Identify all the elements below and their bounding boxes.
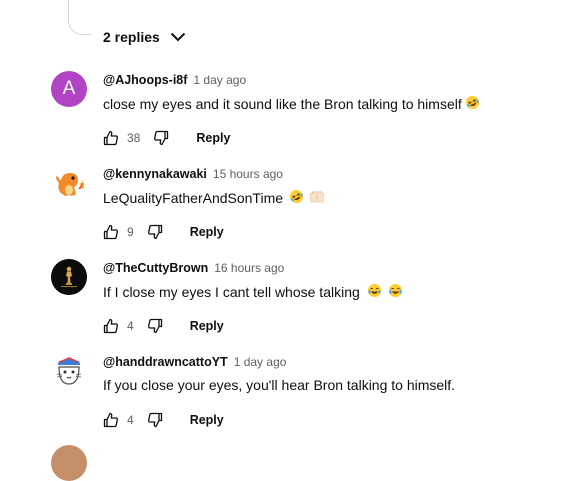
thumbs-up-icon [103,224,118,240]
dislike-button[interactable] [147,224,163,240]
comment-text-row: If I close my eyes I cant tell whose tal… [103,283,403,301]
comment-author[interactable]: @AJhoops-i8f [103,73,187,87]
raising-hands-emoji-icon [309,189,325,207]
charmander-avatar-icon[interactable] [51,165,87,201]
thread-connector-line [68,0,91,35]
avatar[interactable] [51,445,87,481]
comment-author[interactable]: @handdrawncattoYT [103,355,228,369]
comment-author[interactable]: @kennynakawaki [103,167,207,181]
thumbs-up-icon [103,130,118,146]
thumbs-down-icon [147,318,162,334]
reply-button[interactable]: Reply [196,131,230,145]
comment-time[interactable]: 1 day ago [193,73,246,87]
tears-of-joy-emoji-icon [367,283,382,301]
comment-item: @handdrawncattoYT 1 day ago If you close… [0,353,577,447]
comment-text-row: LeQualityFatherAndSonTime [103,189,325,207]
dislike-button[interactable] [147,412,163,428]
like-button[interactable] [103,224,119,240]
avatar[interactable]: A [51,71,87,107]
tears-of-joy-emoji-icon [388,283,403,301]
dislike-button[interactable] [147,318,163,334]
thumbs-down-icon [154,130,169,146]
like-count: 9 [127,225,134,239]
reply-button[interactable]: Reply [190,319,224,333]
like-button[interactable] [103,412,119,428]
cat-avatar-icon[interactable] [51,353,87,389]
like-count: 4 [127,319,134,333]
comment-text: If you close your eyes, you'll hear Bron… [103,377,456,393]
like-button[interactable] [103,130,119,146]
comment-item: @TheCuttyBrown 16 hours ago If I close m… [0,259,577,353]
chevron-down-icon [170,32,186,42]
like-count: 38 [127,131,141,145]
thumbs-down-icon [147,412,162,428]
avatar-letter: A [62,77,76,99]
rolling-on-floor-laughing-emoji-icon [465,95,480,113]
comment-item: @kennynakawaki 15 hours ago LeQualityFat… [0,165,577,259]
comment-time[interactable]: 1 day ago [234,355,287,369]
comment-author[interactable]: @TheCuttyBrown [103,261,208,275]
thumbs-up-icon [103,318,118,334]
comment-text: LeQualityFatherAndSonTime [103,190,284,206]
reply-button[interactable]: Reply [190,225,224,239]
comment-item: A @AJhoops-i8f 1 day ago close my eyes a… [0,71,577,165]
replies-toggle-button[interactable]: 2 replies [103,24,186,50]
comment-time[interactable]: 15 hours ago [213,167,283,181]
comment-text-row: close my eyes and it sound like the Bron… [103,95,480,113]
rolling-on-floor-laughing-emoji-icon [289,189,304,207]
comment-text: close my eyes and it sound like the Bron… [103,96,462,112]
replies-count-label: 2 replies [103,29,160,45]
thumbs-down-icon [147,224,162,240]
like-count: 4 [127,413,134,427]
comment-time[interactable]: 16 hours ago [214,261,284,275]
trophy-avatar-icon[interactable] [51,259,87,295]
reply-button[interactable]: Reply [190,413,224,427]
thumbs-up-icon [103,412,118,428]
comment-text-row: If you close your eyes, you'll hear Bron… [103,377,455,393]
dislike-button[interactable] [153,130,169,146]
like-button[interactable] [103,318,119,334]
comment-text: If I close my eyes I cant tell whose tal… [103,284,360,300]
